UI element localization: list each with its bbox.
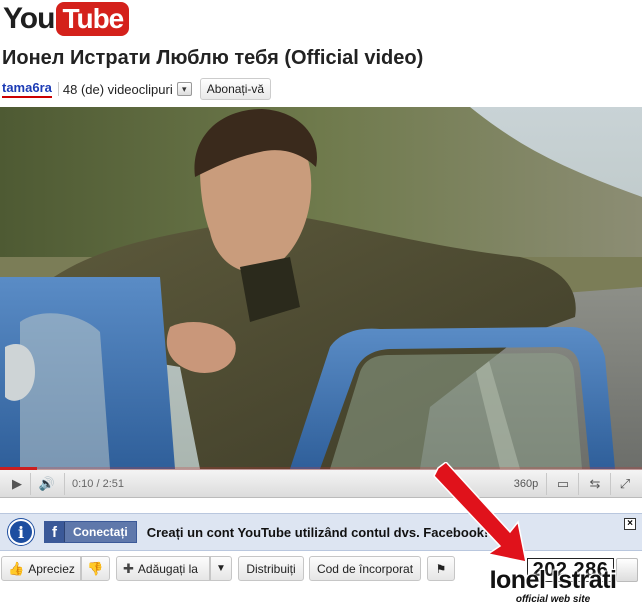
divider [610, 473, 611, 495]
video-count: 48 (de) videoclipuri [57, 81, 173, 97]
channel-link[interactable]: tama6ra [2, 80, 52, 98]
add-to-dropdown-button[interactable]: ▼ [210, 556, 232, 581]
dislike-button[interactable]: 👎 [81, 556, 110, 581]
flag-button[interactable]: ⚑ [427, 556, 455, 581]
add-to-button[interactable]: ✚ Adăugați la [116, 556, 210, 581]
watermark-subtitle: official web site [515, 594, 591, 605]
chevron-down-icon: ▼ [216, 563, 226, 574]
flag-icon: ⚑ [435, 561, 447, 576]
quality-button[interactable]: 360p [508, 474, 544, 494]
facebook-connect-button[interactable]: f Conectați [44, 521, 137, 543]
close-icon[interactable]: × [624, 518, 636, 530]
video-player-screen[interactable] [0, 107, 642, 469]
popout-button[interactable]: ⇆ [584, 474, 606, 494]
facebook-connect-banner: i f Conectați Creați un cont YouTube uti… [0, 513, 642, 551]
subscribe-button[interactable]: Abonați-vă [199, 78, 272, 100]
thumbs-down-icon: 👎 [87, 560, 104, 576]
separator [57, 82, 59, 96]
popout-arrow-icon: ⇆ [589, 476, 601, 491]
speaker-icon: 🔊 [38, 476, 56, 491]
channel-videos-expand-button[interactable]: ▾ [176, 82, 192, 96]
facebook-icon: f [45, 522, 65, 542]
like-button[interactable]: 👍 Apreciez [1, 556, 81, 581]
add-to-label: Adăugați la [137, 561, 198, 576]
embed-button[interactable]: Cod de încorporat [309, 556, 421, 581]
channel-row: tama6ra 48 (de) videoclipuri ▾ Abonați-v… [2, 78, 272, 100]
quality-label: 360p [513, 478, 539, 490]
info-icon: i [8, 519, 34, 545]
play-icon: ▶ [12, 476, 22, 491]
watermark-name: Ionel Istrati [489, 566, 617, 594]
divider [546, 473, 547, 495]
facebook-message: Creați un cont YouTube utilizând contul … [146, 524, 489, 540]
site-watermark: Ionel Istrati official web site [468, 560, 638, 610]
divider [578, 473, 579, 495]
video-title: Ионел Истрати Люблю тебя (Official video… [2, 47, 424, 69]
player-controls: ▶ 🔊 0:10 / 2:51 360p ▭ ⇆ ⤢ [0, 467, 642, 498]
youtube-logo[interactable]: You Tube [3, 2, 130, 36]
divider [30, 473, 31, 495]
like-label: Apreciez [28, 561, 75, 576]
time-display: 0:10 / 2:51 [72, 478, 124, 490]
video-frame-image [0, 107, 642, 469]
window-icon: ▭ [556, 476, 570, 491]
share-button[interactable]: Distribuiți [238, 556, 304, 581]
video-count-text: 48 (de) videoclipuri [62, 81, 173, 97]
plus-icon: ✚ [123, 560, 134, 576]
fullscreen-icon: ⤢ [619, 476, 631, 491]
fullscreen-button[interactable]: ⤢ [614, 474, 636, 494]
thumbs-up-icon: 👍 [8, 560, 25, 576]
chevron-down-icon: ▾ [181, 83, 187, 94]
logo-tube-text: Tube [56, 2, 130, 36]
facebook-connect-label: Conectați [73, 525, 128, 539]
play-button[interactable]: ▶ [6, 474, 28, 494]
progress-bar[interactable] [0, 467, 642, 470]
logo-you-text: You [3, 2, 55, 35]
volume-button[interactable]: 🔊 [34, 474, 60, 494]
divider [64, 473, 65, 495]
expand-window-button[interactable]: ▭ [552, 474, 574, 494]
